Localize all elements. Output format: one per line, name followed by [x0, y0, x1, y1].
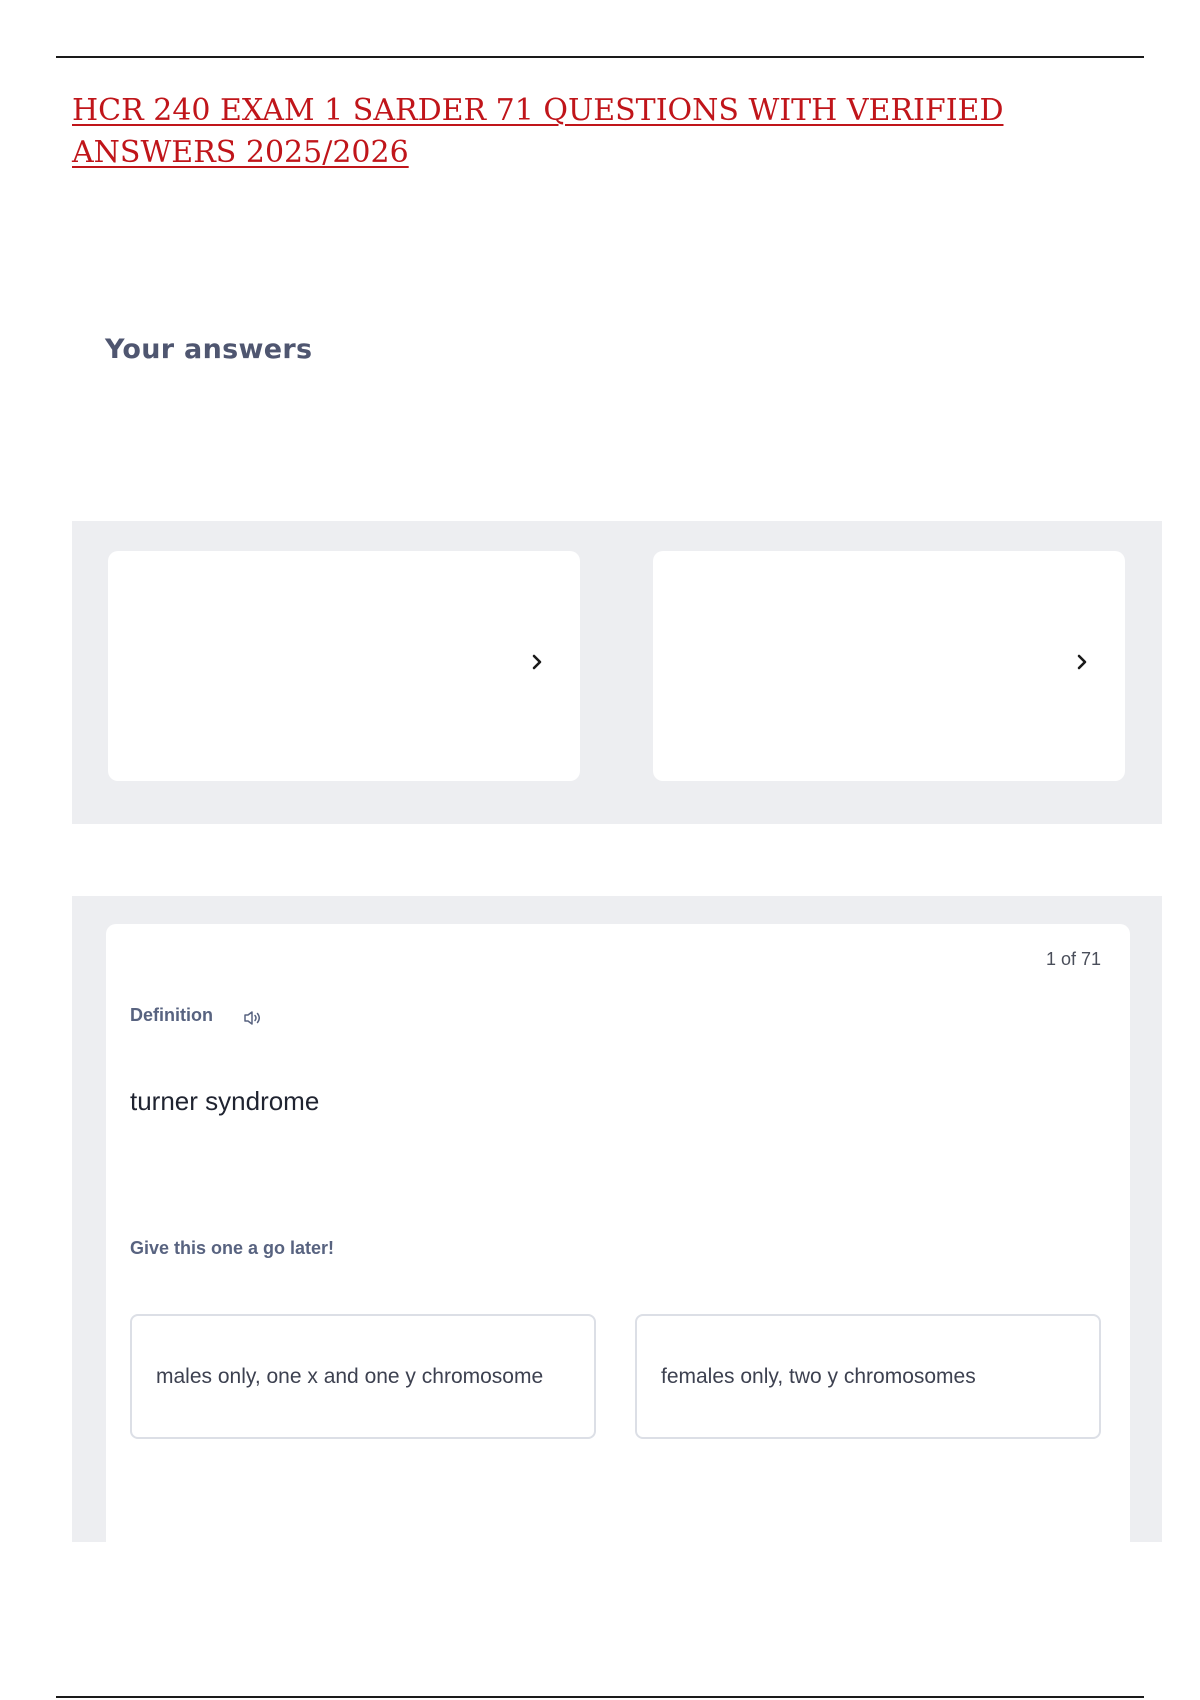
chevron-right-icon[interactable]: [1069, 649, 1095, 675]
definition-label: Definition: [130, 1005, 213, 1025]
your-answers-heading: Your answers: [105, 334, 313, 365]
flashcard: 1 of 71 Definition turner syndrome Give …: [106, 924, 1130, 1624]
document-title: HCR 240 EXAM 1 SARDER 71 QUESTIONS WITH …: [72, 93, 1004, 170]
term-text: turner syndrome: [130, 1086, 320, 1116]
hint-text: Give this one a go later!: [130, 1238, 335, 1258]
bottom-rule: [56, 1696, 1144, 1698]
answer-card-2[interactable]: [653, 551, 1125, 781]
top-rule: [56, 56, 1144, 58]
chevron-right-icon[interactable]: [524, 649, 550, 675]
card-counter: 1 of 71: [1046, 949, 1102, 969]
answer-option-1[interactable]: males only, one x and one y chromosome: [130, 1314, 596, 1439]
answer-option-2[interactable]: females only, two y chromosomes: [635, 1314, 1101, 1439]
answer-card-1[interactable]: [108, 551, 580, 781]
speaker-icon[interactable]: [242, 1008, 264, 1028]
flashcard-panel: 1 of 71 Definition turner syndrome Give …: [72, 896, 1162, 1624]
answers-panel: [72, 521, 1162, 824]
